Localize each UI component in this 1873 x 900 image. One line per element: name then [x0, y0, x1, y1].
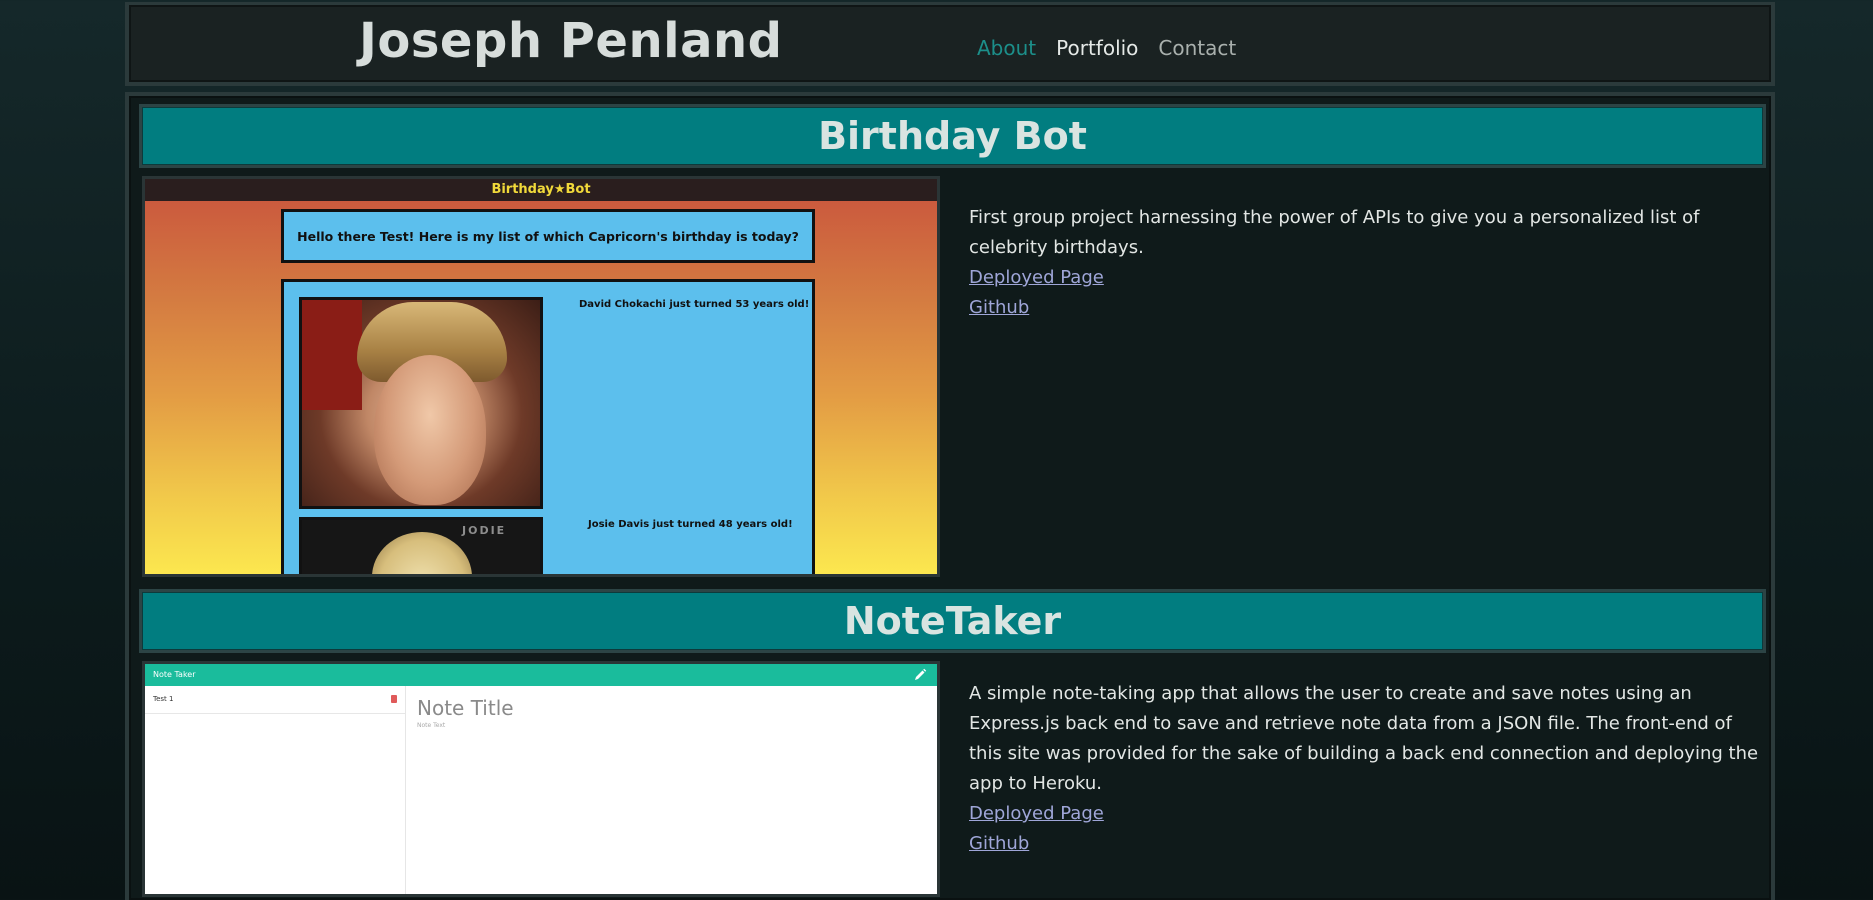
pencil-icon — [915, 668, 927, 680]
project-title-bar: NoteTaker — [139, 589, 1766, 653]
celebrity-photo: JODIE — [299, 517, 543, 574]
github-link[interactable]: Github — [969, 829, 1029, 859]
github-link[interactable]: Github — [969, 293, 1029, 323]
celebrity-photo — [299, 297, 543, 509]
nav-portfolio-link[interactable]: Portfolio — [1056, 36, 1138, 60]
deployed-page-link[interactable]: Deployed Page — [969, 799, 1104, 829]
screenshot-navbar: Note Taker — [145, 664, 937, 686]
trash-icon — [391, 695, 397, 703]
screenshot-entry-caption: Josie Davis just turned 48 years old! — [588, 519, 793, 530]
project-description-block: First group project harnessing the power… — [969, 203, 1769, 323]
project-title-bar: Birthday Bot — [139, 104, 1766, 168]
screenshot-birthday-list: David Chokachi just turned 53 years old!… — [281, 279, 815, 574]
project-card-notetaker: NoteTaker Note Taker Test 1 Note Title N… — [139, 589, 1766, 900]
project-title: Birthday Bot — [818, 114, 1087, 158]
nav-about-link[interactable]: About — [977, 36, 1036, 60]
deployed-page-link[interactable]: Deployed Page — [969, 263, 1104, 293]
site-title: Joseph Penland — [359, 13, 783, 69]
screenshot-app-title: Note Taker — [153, 670, 196, 679]
screenshot-greeting: Hello there Test! Here is my list of whi… — [281, 209, 815, 263]
project-card-birthday-bot: Birthday Bot Birthday★Bot Hello there Te… — [139, 104, 1766, 590]
main-nav: About Portfolio Contact — [977, 36, 1236, 60]
page: Joseph Penland About Portfolio Contact B… — [125, 0, 1775, 900]
project-description-block: A simple note-taking app that allows the… — [969, 679, 1769, 859]
project-description: A simple note-taking app that allows the… — [969, 683, 1759, 794]
project-description: First group project harnessing the power… — [969, 207, 1700, 258]
screenshot-app-title: Birthday★Bot — [145, 179, 937, 201]
nav-contact-link[interactable]: Contact — [1158, 36, 1236, 60]
screenshot-note-title: Note Title — [417, 696, 514, 720]
project-title: NoteTaker — [843, 599, 1062, 643]
screenshot-note-text: Note Text — [417, 722, 446, 729]
screenshot-entry-caption: David Chokachi just turned 53 years old! — [579, 299, 810, 310]
project-screenshot: Birthday★Bot Hello there Test! Here is m… — [142, 176, 940, 577]
site-header: Joseph Penland About Portfolio Contact — [125, 2, 1775, 86]
list-item: Test 1 — [145, 686, 405, 714]
screenshot-note-list: Test 1 — [145, 686, 406, 894]
portfolio-section: Birthday Bot Birthday★Bot Hello there Te… — [125, 92, 1775, 900]
project-screenshot: Note Taker Test 1 Note Title Note Text — [142, 661, 940, 897]
